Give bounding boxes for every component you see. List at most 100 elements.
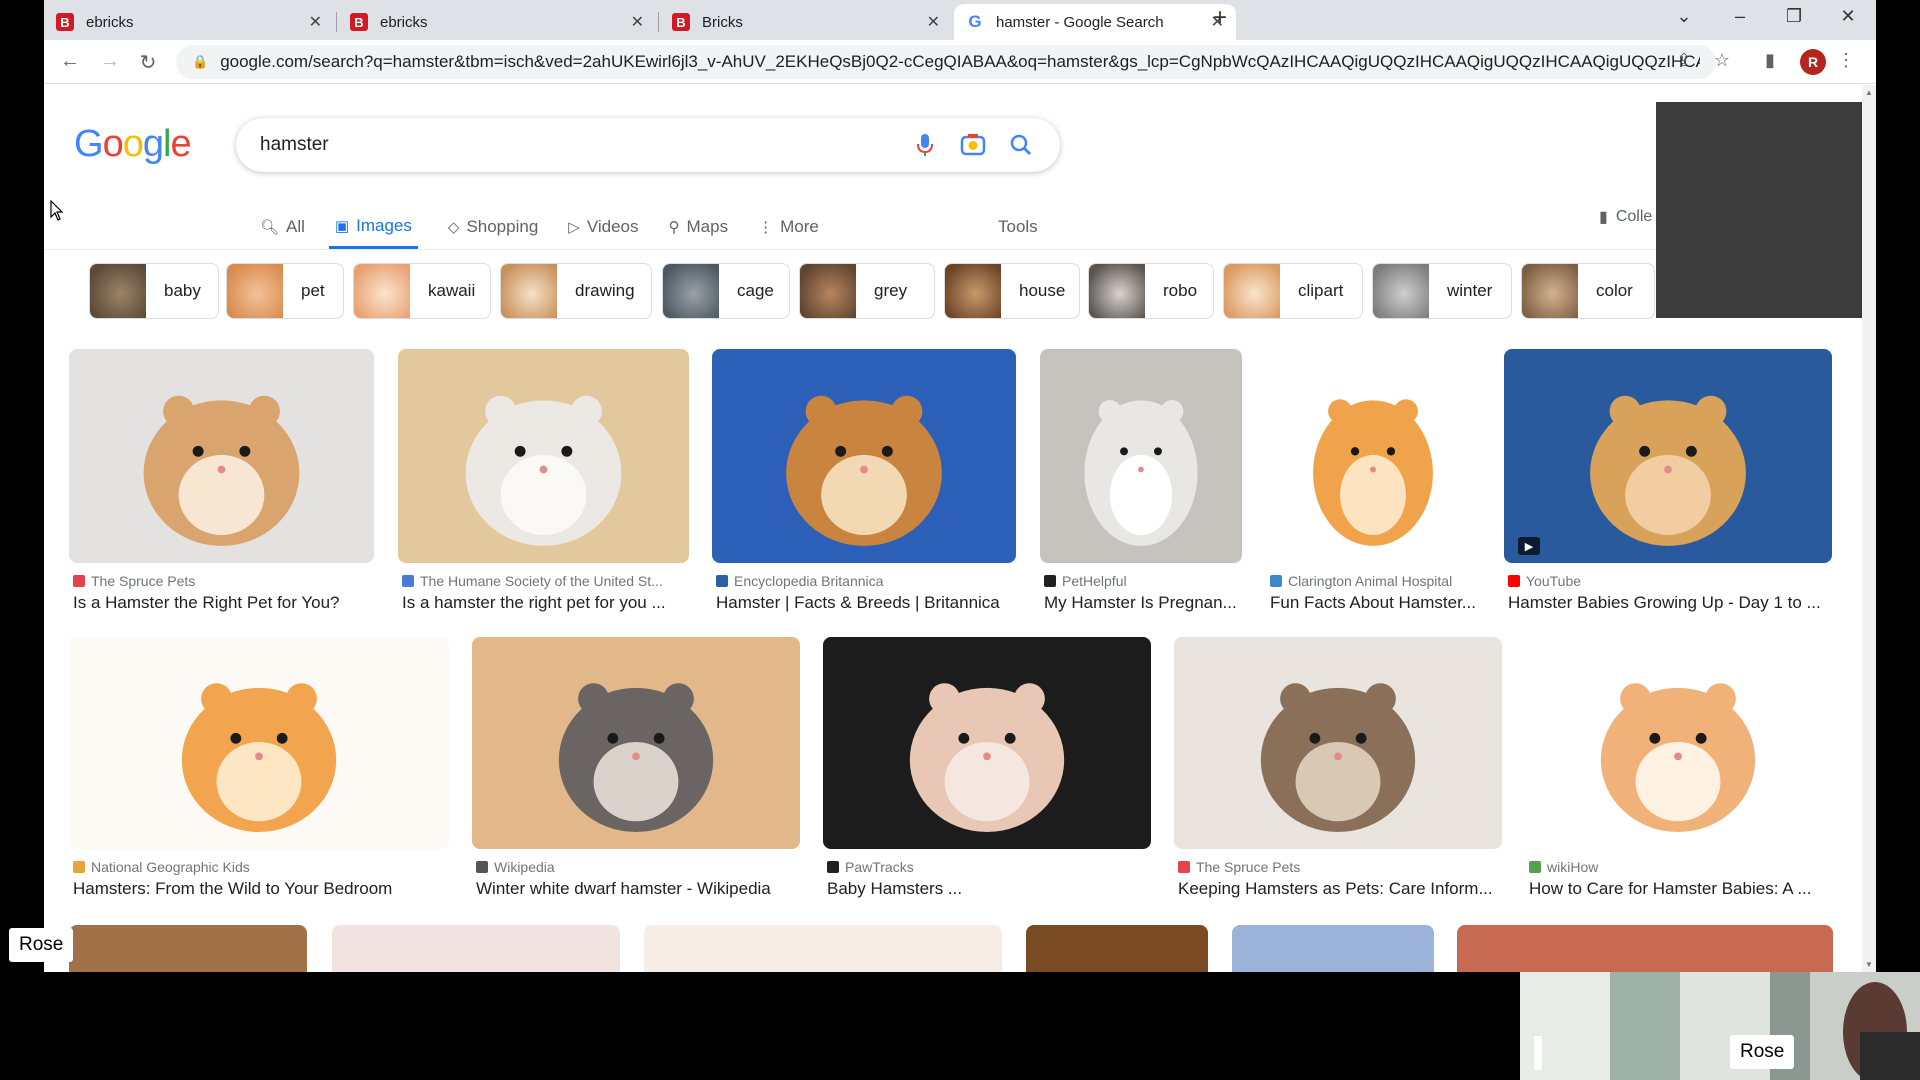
- image-result[interactable]: Clarington Animal Hospital Fun Facts Abou…: [1266, 349, 1480, 623]
- search-input[interactable]: hamster: [236, 118, 1060, 172]
- tab-images[interactable]: ▣ Images: [328, 205, 418, 249]
- tab-shopping[interactable]: ◇ Shopping: [448, 205, 538, 249]
- search-icon[interactable]: [1006, 130, 1036, 160]
- chip-robo[interactable]: robo: [1088, 263, 1214, 319]
- address-bar[interactable]: 🔒 google.com/search?q=hamster&tbm=isch&v…: [176, 45, 1716, 79]
- close-icon[interactable]: ✕: [631, 12, 644, 32]
- result-image[interactable]: [1026, 925, 1208, 972]
- tab-maps[interactable]: ⚲ Maps: [669, 205, 729, 249]
- google-logo[interactable]: Google: [74, 123, 192, 166]
- chip-house[interactable]: house: [944, 263, 1080, 319]
- menu-kebab-icon[interactable]: ⋮: [1834, 50, 1858, 71]
- image-result[interactable]: ▶ YouTube Hamster Babies Growing Up - Day …: [1504, 349, 1832, 623]
- close-icon[interactable]: ✕: [927, 12, 940, 32]
- source-favicon-icon: [1529, 861, 1541, 873]
- tab-videos[interactable]: ▷ Videos: [568, 205, 638, 249]
- result-title[interactable]: Hamster | Facts & Breeds | Britannica: [716, 593, 1016, 613]
- result-source[interactable]: The Spruce Pets: [1178, 859, 1502, 875]
- page-scrollbar[interactable]: ▲ ▼: [1862, 85, 1876, 972]
- result-image[interactable]: [644, 925, 1002, 972]
- image-result[interactable]: The Spruce Pets Keeping Hamsters as Pets:…: [1174, 637, 1502, 909]
- new-tab-button[interactable]: +: [1208, 4, 1232, 32]
- result-source[interactable]: National Geographic Kids: [73, 859, 449, 875]
- back-icon[interactable]: ←: [58, 50, 82, 73]
- restore-icon[interactable]: ❐: [1782, 6, 1806, 27]
- result-title[interactable]: Keeping Hamsters as Pets: Care Inform...: [1178, 879, 1502, 899]
- result-source[interactable]: Clarington Animal Hospital: [1270, 573, 1480, 589]
- chip-cage[interactable]: cage: [662, 263, 790, 319]
- image-result[interactable]: The Spruce Pets Is a Hamster the Right Pe…: [69, 349, 374, 623]
- result-title[interactable]: Is a hamster the right pet for you ...: [402, 593, 689, 613]
- chip-drawing[interactable]: drawing: [500, 263, 652, 319]
- result-title[interactable]: Hamsters: From the Wild to Your Bedroom: [73, 879, 449, 899]
- result-title[interactable]: Hamster Babies Growing Up - Day 1 to ...: [1508, 593, 1832, 613]
- reload-icon[interactable]: ↻: [136, 50, 160, 75]
- camera-lens-icon[interactable]: [958, 130, 988, 160]
- tab-all[interactable]: 🔍︎ All: [260, 205, 305, 249]
- share-icon[interactable]: ⇪: [1672, 50, 1696, 71]
- bookmark-star-icon[interactable]: ☆: [1710, 50, 1734, 71]
- result-source[interactable]: The Spruce Pets: [73, 573, 374, 589]
- result-title[interactable]: My Hamster Is Pregnan...: [1044, 593, 1242, 613]
- result-image[interactable]: [472, 637, 800, 849]
- result-source[interactable]: Wikipedia: [476, 859, 800, 875]
- result-image[interactable]: [1174, 637, 1502, 849]
- chip-grey[interactable]: grey: [799, 263, 935, 319]
- image-result[interactable]: PawTracks Baby Hamsters ...: [823, 637, 1151, 909]
- tab-hamster-search[interactable]: G hamster - Google Search ✕: [954, 4, 1236, 40]
- result-image[interactable]: [69, 925, 307, 972]
- result-image[interactable]: [1040, 349, 1242, 563]
- image-result[interactable]: PetHelpful My Hamster Is Pregnan...: [1040, 349, 1242, 623]
- chip-clipart[interactable]: clipart: [1223, 263, 1363, 319]
- forward-icon[interactable]: →: [98, 50, 122, 73]
- result-image[interactable]: [1266, 349, 1480, 563]
- microphone-icon[interactable]: [910, 130, 940, 160]
- result-image[interactable]: ▶: [1504, 349, 1832, 563]
- collections-button[interactable]: ▮ Colle: [1599, 207, 1652, 227]
- tab-more[interactable]: ⋮ More: [758, 205, 819, 249]
- result-title[interactable]: How to Care for Hamster Babies: A ...: [1529, 879, 1831, 899]
- result-source[interactable]: The Humane Society of the United St...: [402, 573, 689, 589]
- result-title[interactable]: Fun Facts About Hamster...: [1270, 593, 1480, 613]
- bricks-favicon-icon: B: [56, 13, 74, 31]
- chip-winter[interactable]: winter: [1372, 263, 1512, 319]
- scroll-up-icon[interactable]: ▲: [1865, 88, 1873, 97]
- profile-avatar[interactable]: R: [1800, 49, 1826, 75]
- image-result[interactable]: The Humane Society of the United St... Is…: [398, 349, 689, 623]
- result-title[interactable]: Is a Hamster the Right Pet for You?: [73, 593, 374, 613]
- tools-button[interactable]: Tools: [998, 205, 1038, 249]
- result-image[interactable]: [823, 637, 1151, 849]
- result-source[interactable]: Encyclopedia Britannica: [716, 573, 1016, 589]
- result-image[interactable]: [69, 637, 449, 849]
- result-title[interactable]: Winter white dwarf hamster - Wikipedia: [476, 879, 800, 899]
- result-image[interactable]: [332, 925, 620, 972]
- image-result[interactable]: wikiHow How to Care for Hamster Babies: A…: [1525, 637, 1831, 909]
- result-source[interactable]: PetHelpful: [1044, 573, 1242, 589]
- result-image[interactable]: [712, 349, 1016, 563]
- tab-ebricks-1[interactable]: B ebricks ✕: [44, 4, 334, 40]
- tab-bricks[interactable]: B Bricks ✕: [660, 4, 952, 40]
- result-image[interactable]: [1457, 925, 1833, 972]
- result-source[interactable]: wikiHow: [1529, 859, 1831, 875]
- scroll-down-icon[interactable]: ▼: [1865, 960, 1873, 969]
- close-window-icon[interactable]: ✕: [1836, 6, 1860, 27]
- result-image[interactable]: [1232, 925, 1434, 972]
- tab-ebricks-2[interactable]: B ebricks ✕: [338, 4, 656, 40]
- side-panel-icon[interactable]: ▮: [1758, 50, 1782, 71]
- tab-search-chevron-icon[interactable]: ⌄: [1672, 6, 1696, 27]
- image-result[interactable]: National Geographic Kids Hamsters: From t…: [69, 637, 449, 909]
- minimize-icon[interactable]: –: [1728, 6, 1752, 27]
- chip-kawaii[interactable]: kawaii: [353, 263, 491, 319]
- chip-baby[interactable]: baby: [89, 263, 219, 319]
- result-source[interactable]: PawTracks: [827, 859, 1151, 875]
- result-source[interactable]: YouTube: [1508, 573, 1832, 589]
- image-result[interactable]: Wikipedia Winter white dwarf hamster - Wi…: [472, 637, 800, 909]
- chip-color[interactable]: color: [1521, 263, 1655, 319]
- image-result[interactable]: Encyclopedia Britannica Hamster | Facts &…: [712, 349, 1016, 623]
- result-image[interactable]: [69, 349, 374, 563]
- result-image[interactable]: [1525, 637, 1831, 849]
- result-image[interactable]: [398, 349, 689, 563]
- result-title[interactable]: Baby Hamsters ...: [827, 879, 1151, 899]
- chip-pet[interactable]: pet: [226, 263, 344, 319]
- close-icon[interactable]: ✕: [309, 12, 322, 32]
